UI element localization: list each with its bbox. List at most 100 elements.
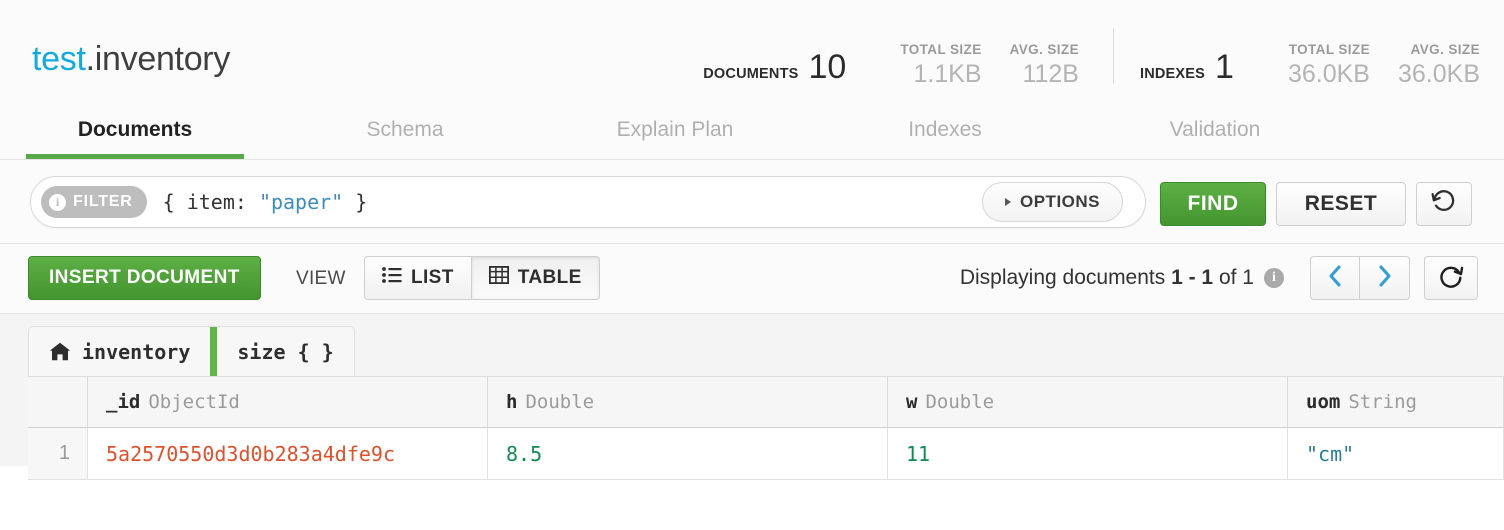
documents-substats: TOTAL SIZE 1.1KB AVG. SIZE 112B bbox=[872, 40, 1079, 88]
find-button[interactable]: FIND bbox=[1160, 182, 1266, 226]
info-icon[interactable]: i bbox=[1264, 268, 1284, 288]
refresh-icon bbox=[1438, 263, 1464, 294]
documents-toolbar: INSERT DOCUMENT VIEW LIST TABLE Displayi… bbox=[0, 244, 1504, 314]
filter-query-value: "paper" bbox=[258, 190, 344, 214]
table-cell-uom[interactable]: "cm" bbox=[1288, 428, 1504, 479]
table-cell-h[interactable]: 8.5 bbox=[488, 428, 888, 479]
insert-document-label: INSERT DOCUMENT bbox=[49, 267, 240, 288]
tab-schema[interactable]: Schema bbox=[270, 107, 540, 159]
tab-indexes[interactable]: Indexes bbox=[810, 107, 1080, 159]
table-header-h[interactable]: h Double bbox=[488, 377, 888, 427]
documents-total-size-value: 1.1KB bbox=[913, 60, 982, 88]
document-breadcrumb: inventory size { } bbox=[28, 326, 355, 376]
documents-total-size-label: TOTAL SIZE bbox=[900, 42, 982, 57]
view-mode-list-button[interactable]: LIST bbox=[364, 256, 472, 300]
table-header-row: _id ObjectId h Double w Double uom Strin… bbox=[28, 376, 1504, 428]
tab-schema-label: Schema bbox=[366, 118, 444, 141]
tab-explain-plan-label: Explain Plan bbox=[616, 118, 734, 141]
stats-divider bbox=[1112, 28, 1114, 84]
mongodb-compass-collection-view: test.inventory DOCUMENTS 10 TOTAL SIZE 1… bbox=[0, 0, 1504, 530]
view-mode-table-button[interactable]: TABLE bbox=[471, 256, 600, 300]
table-header-w[interactable]: w Double bbox=[888, 377, 1288, 427]
indexes-stat-group: INDEXES 1 TOTAL SIZE 36.0KB AVG. SIZE 36… bbox=[1140, 26, 1480, 88]
view-mode-list-label: LIST bbox=[411, 267, 454, 288]
table-header-_id[interactable]: _id ObjectId bbox=[88, 377, 488, 427]
table-header-rownum bbox=[28, 377, 88, 427]
table-header-uom-type: String bbox=[1348, 391, 1417, 413]
documents-avg-size-value: 112B bbox=[1022, 60, 1079, 88]
caret-right-icon bbox=[1005, 198, 1011, 206]
documents-stat-group: DOCUMENTS 10 TOTAL SIZE 1.1KB AVG. SIZE … bbox=[703, 26, 1079, 88]
documents-stat: DOCUMENTS 10 bbox=[703, 50, 846, 88]
table-cell-w[interactable]: 11 bbox=[888, 428, 1288, 479]
indexes-total-size-value: 36.0KB bbox=[1287, 60, 1370, 88]
breadcrumb-item-inventory-label: inventory bbox=[82, 339, 191, 364]
tab-documents-label: Documents bbox=[77, 118, 193, 141]
indexes-label: INDEXES bbox=[1139, 66, 1206, 82]
collection-header: test.inventory DOCUMENTS 10 TOTAL SIZE 1… bbox=[0, 0, 1504, 160]
next-page-button[interactable] bbox=[1360, 256, 1410, 300]
indexes-avg-size-value: 36.0KB bbox=[1397, 60, 1480, 88]
namespace-database: test bbox=[32, 40, 86, 78]
collection-stats: DOCUMENTS 10 TOTAL SIZE 1.1KB AVG. SIZE … bbox=[703, 26, 1480, 88]
reset-button-label: RESET bbox=[1304, 192, 1378, 215]
options-button-label: OPTIONS bbox=[1020, 192, 1101, 211]
collection-tabs: Documents Schema Explain Plan Indexes Va… bbox=[0, 107, 1350, 159]
tab-validation-label: Validation bbox=[1169, 118, 1261, 141]
reset-button[interactable]: RESET bbox=[1276, 182, 1406, 226]
tab-indexes-label: Indexes bbox=[908, 118, 982, 141]
tab-explain-plan[interactable]: Explain Plan bbox=[540, 107, 810, 159]
pagination-status: Displaying documents 1 - 1 of 1 bbox=[960, 266, 1254, 290]
indexes-substats: TOTAL SIZE 36.0KB AVG. SIZE 36.0KB bbox=[1260, 40, 1480, 88]
indexes-total-size-label: TOTAL SIZE bbox=[1288, 42, 1370, 57]
table-row: 1 5a2570550d3d0b283a4dfe9c 8.5 11 "cm" bbox=[28, 428, 1504, 480]
list-icon bbox=[382, 267, 402, 289]
filter-query-text: { item: "paper" } bbox=[163, 190, 368, 214]
history-icon bbox=[1431, 189, 1457, 220]
filter-query-suffix: } bbox=[343, 190, 368, 214]
table-cell-h-value: 8.5 bbox=[506, 441, 543, 466]
table-header-uom[interactable]: uom String bbox=[1288, 377, 1504, 427]
indexes-total-size: TOTAL SIZE 36.0KB bbox=[1288, 40, 1370, 88]
breadcrumb-item-size[interactable]: size { } bbox=[217, 327, 353, 376]
pagination-range: 1 - 1 bbox=[1171, 266, 1214, 289]
table-cell-w-value: 11 bbox=[906, 441, 931, 466]
table-cell-rownum: 1 bbox=[28, 428, 88, 479]
tab-documents[interactable]: Documents bbox=[0, 107, 270, 159]
table-header-_id-type: ObjectId bbox=[148, 391, 240, 413]
table-cell-_id-value: 5a2570550d3d0b283a4dfe9c bbox=[106, 441, 395, 466]
documents-label: DOCUMENTS bbox=[703, 66, 799, 82]
filter-badge-label: FILTER bbox=[73, 193, 133, 210]
pagination-nav-group bbox=[1310, 256, 1410, 300]
refresh-button[interactable] bbox=[1424, 256, 1478, 300]
previous-page-button[interactable] bbox=[1310, 256, 1360, 300]
table-cell-uom-value: "cm" bbox=[1306, 441, 1355, 466]
insert-document-button[interactable]: INSERT DOCUMENT bbox=[28, 256, 261, 300]
options-button[interactable]: OPTIONS bbox=[982, 182, 1124, 222]
filter-input[interactable]: i FILTER { item: "paper" } bbox=[30, 176, 1146, 228]
pagination-controls: Displaying documents 1 - 1 of 1 i bbox=[960, 256, 1478, 300]
namespace-title: test.inventory bbox=[32, 40, 230, 79]
query-history-button[interactable] bbox=[1416, 182, 1472, 226]
indexes-stat: INDEXES 1 bbox=[1140, 50, 1234, 88]
chevron-right-icon bbox=[1376, 264, 1393, 293]
info-icon: i bbox=[49, 193, 66, 211]
namespace-separator: . bbox=[85, 40, 95, 78]
breadcrumb-separator bbox=[210, 327, 218, 376]
tab-validation[interactable]: Validation bbox=[1080, 107, 1350, 159]
home-icon bbox=[49, 342, 71, 361]
breadcrumb-item-size-label: size { } bbox=[237, 339, 334, 364]
filter-badge[interactable]: i FILTER bbox=[41, 186, 147, 218]
documents-table: _id ObjectId h Double w Double uom Strin… bbox=[28, 376, 1504, 480]
documents-table-area: inventory size { } _id ObjectId h Double… bbox=[0, 314, 1504, 480]
indexes-avg-size: AVG. SIZE 36.0KB bbox=[1398, 40, 1480, 88]
find-button-label: FIND bbox=[1187, 192, 1239, 215]
table-header-_id-name: _id bbox=[106, 391, 141, 413]
table-cell-_id[interactable]: 5a2570550d3d0b283a4dfe9c bbox=[88, 428, 488, 479]
documents-avg-size: AVG. SIZE 112B bbox=[1010, 40, 1079, 88]
table-header-uom-name: uom bbox=[1306, 391, 1341, 413]
query-bar: i FILTER { item: "paper" } OPTIONS FIND … bbox=[0, 160, 1504, 244]
breadcrumb-item-inventory[interactable]: inventory bbox=[29, 327, 210, 376]
pagination-suffix: of 1 bbox=[1213, 266, 1254, 289]
view-mode-label: VIEW bbox=[296, 268, 346, 289]
